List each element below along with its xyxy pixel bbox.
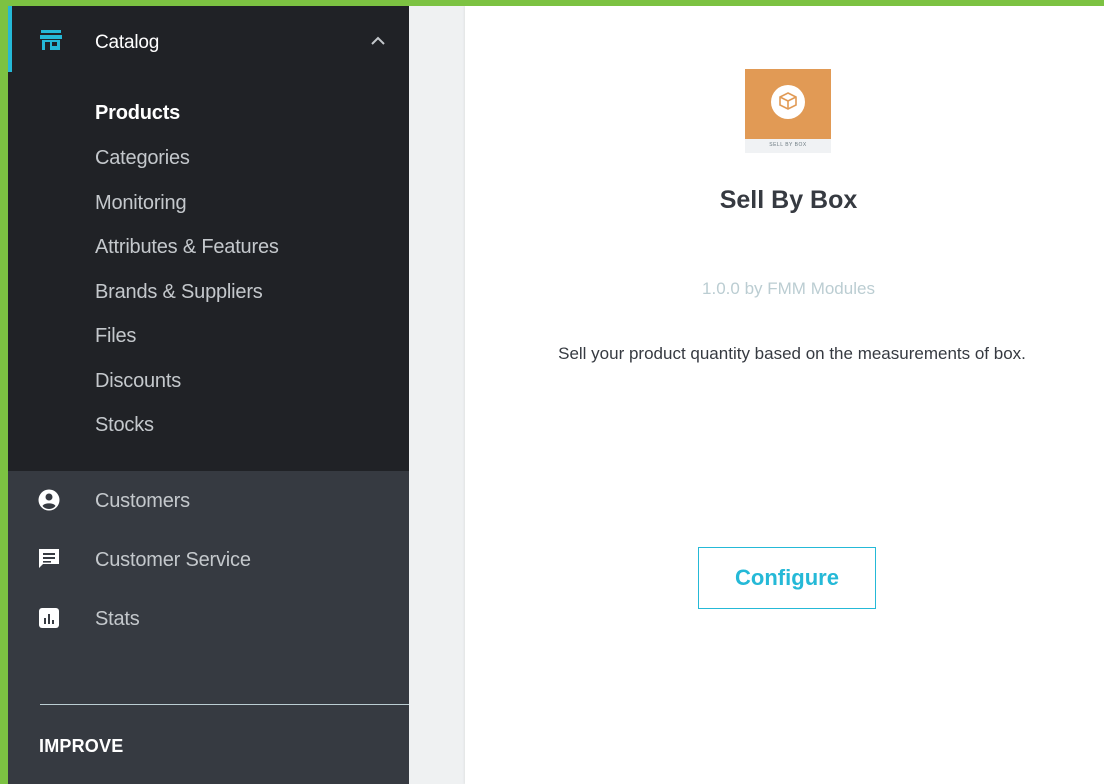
sidebar-item-label: Customer Service bbox=[95, 549, 251, 571]
chevron-up-icon[interactable] bbox=[371, 36, 385, 46]
sidebar: Catalog Products Categories Monitoring A… bbox=[8, 6, 409, 784]
module-version-author: 1.0.0 by FMM Modules bbox=[702, 279, 875, 298]
sidebar-subitem-categories[interactable]: Categories bbox=[95, 147, 190, 170]
sidebar-subitem-monitoring[interactable]: Monitoring bbox=[95, 192, 187, 215]
chat-icon bbox=[39, 549, 59, 568]
app-frame: Catalog Products Categories Monitoring A… bbox=[0, 0, 1104, 784]
catalog-menu-group: Catalog Products Categories Monitoring A… bbox=[8, 6, 409, 471]
module-title: Sell By Box bbox=[719, 186, 858, 214]
account-circle-icon bbox=[38, 489, 60, 511]
module-description: Sell your product quantity based on the … bbox=[558, 344, 1026, 363]
sidebar-subitem-discounts[interactable]: Discounts bbox=[95, 370, 181, 393]
sidebar-subitem-brands-suppliers[interactable]: Brands & Suppliers bbox=[95, 281, 263, 304]
sidebar-section-improve: IMPROVE bbox=[39, 736, 124, 756]
module-logo-caption: SELL BY BOX bbox=[769, 142, 807, 148]
bar-chart-icon bbox=[39, 608, 59, 628]
module-logo: SELL BY BOX bbox=[745, 69, 831, 153]
sidebar-divider bbox=[40, 704, 409, 705]
sidebar-item-label: Customers bbox=[95, 490, 190, 512]
sidebar-item-catalog-label: Catalog bbox=[95, 32, 160, 53]
sidebar-item-stats[interactable]: Stats bbox=[8, 596, 409, 640]
sidebar-subitem-attributes-features[interactable]: Attributes & Features bbox=[95, 236, 279, 259]
module-card: SELL BY BOX Sell By Box 1.0.0 by FMM Mod… bbox=[465, 6, 1104, 784]
configure-button[interactable]: Configure bbox=[698, 547, 876, 609]
sidebar-subitem-products[interactable]: Products bbox=[95, 102, 180, 125]
sidebar-item-catalog[interactable]: Catalog bbox=[8, 6, 409, 72]
content-gutter bbox=[409, 6, 465, 784]
sidebar-subitem-stocks[interactable]: Stocks bbox=[95, 414, 154, 437]
box-icon bbox=[779, 92, 797, 110]
sidebar-item-label: Stats bbox=[95, 608, 140, 630]
sidebar-subitem-files[interactable]: Files bbox=[95, 325, 136, 348]
sidebar-item-customers[interactable]: Customers bbox=[8, 478, 409, 522]
sidebar-item-customer-service[interactable]: Customer Service bbox=[8, 537, 409, 581]
store-icon bbox=[40, 30, 62, 50]
